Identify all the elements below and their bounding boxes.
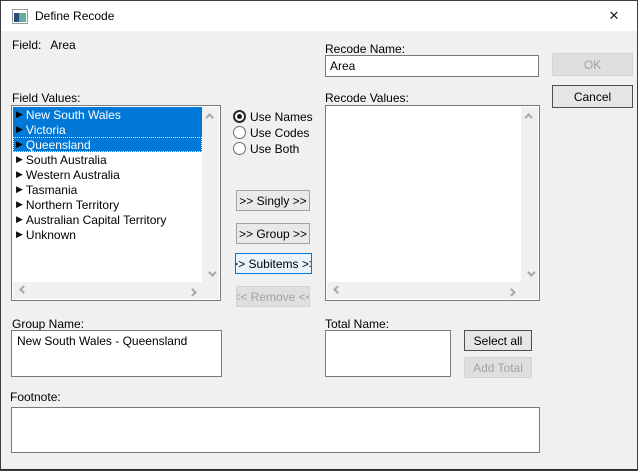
scroll-right-icon[interactable] bbox=[185, 282, 202, 299]
footnote-label: Footnote: bbox=[10, 390, 61, 404]
close-icon: ✕ bbox=[609, 8, 620, 24]
window-title: Define Recode bbox=[35, 1, 114, 31]
item-arrow-icon: ▶ bbox=[16, 227, 23, 242]
radio-label: Use Codes bbox=[250, 126, 309, 140]
radio-icon bbox=[233, 126, 246, 139]
add-total-button[interactable]: Add Total bbox=[464, 357, 532, 378]
radio-icon bbox=[233, 142, 246, 155]
scroll-down-icon[interactable] bbox=[521, 265, 538, 282]
scroll-left-icon[interactable] bbox=[327, 282, 344, 299]
list-item[interactable]: ▶Northern Territory bbox=[13, 197, 202, 212]
field-values-listbox[interactable]: ▶New South Wales▶Victoria▶Queensland▶Sou… bbox=[11, 105, 221, 301]
list-item[interactable]: ▶Victoria bbox=[13, 122, 202, 137]
vertical-scrollbar[interactable] bbox=[202, 107, 219, 282]
list-item-label: Northern Territory bbox=[26, 198, 119, 212]
item-arrow-icon: ▶ bbox=[16, 137, 23, 152]
subitems-button[interactable]: >> Subitems >> bbox=[235, 253, 312, 274]
titlebar[interactable]: Define Recode ✕ bbox=[1, 1, 637, 31]
radio-use-codes[interactable]: Use Codes bbox=[233, 126, 313, 139]
list-item[interactable]: ▶New South Wales bbox=[13, 107, 202, 122]
close-button[interactable]: ✕ bbox=[592, 1, 636, 31]
group-name-label: Group Name: bbox=[12, 317, 84, 331]
horizontal-scrollbar[interactable] bbox=[327, 282, 521, 299]
scroll-down-icon[interactable] bbox=[202, 265, 219, 282]
item-arrow-icon: ▶ bbox=[16, 152, 23, 167]
item-arrow-icon: ▶ bbox=[16, 182, 23, 197]
horizontal-scrollbar[interactable] bbox=[13, 282, 202, 299]
ok-button[interactable]: OK bbox=[552, 53, 633, 76]
scroll-up-icon[interactable] bbox=[521, 107, 538, 124]
item-arrow-icon: ▶ bbox=[16, 107, 23, 122]
recode-values-list bbox=[327, 107, 521, 282]
scroll-left-icon[interactable] bbox=[13, 282, 30, 299]
field-value: Area bbox=[50, 38, 75, 52]
display-options-group: Use Names Use Codes Use Both bbox=[233, 110, 313, 155]
total-name-input[interactable] bbox=[325, 330, 451, 377]
field-values-list: ▶New South Wales▶Victoria▶Queensland▶Sou… bbox=[13, 107, 202, 282]
item-arrow-icon: ▶ bbox=[16, 167, 23, 182]
radio-icon bbox=[233, 110, 246, 123]
radio-use-names[interactable]: Use Names bbox=[233, 110, 313, 123]
footnote-input[interactable] bbox=[11, 407, 540, 453]
item-arrow-icon: ▶ bbox=[16, 122, 23, 137]
list-item[interactable]: ▶Unknown bbox=[13, 227, 202, 242]
item-arrow-icon: ▶ bbox=[16, 212, 23, 227]
select-all-button[interactable]: Select all bbox=[464, 330, 532, 351]
recode-name-input[interactable]: Area bbox=[325, 55, 539, 77]
radio-use-both[interactable]: Use Both bbox=[233, 142, 313, 155]
list-item-label: Victoria bbox=[26, 123, 66, 137]
vertical-scrollbar[interactable] bbox=[521, 107, 538, 282]
list-item-label: New South Wales bbox=[26, 108, 121, 122]
list-item-label: Western Australia bbox=[26, 168, 120, 182]
list-item[interactable]: ▶Australian Capital Territory bbox=[13, 212, 202, 227]
list-item-label: South Australia bbox=[26, 153, 107, 167]
singly-button[interactable]: >> Singly >> bbox=[236, 190, 310, 211]
scrollbar-corner bbox=[202, 282, 219, 299]
cancel-button[interactable]: Cancel bbox=[552, 85, 633, 108]
recode-values-label: Recode Values: bbox=[325, 91, 409, 105]
list-item-label: Unknown bbox=[26, 228, 76, 242]
list-item-label: Queensland bbox=[26, 138, 91, 152]
list-item-label: Tasmania bbox=[26, 183, 77, 197]
recode-name-label: Recode Name: bbox=[325, 42, 405, 56]
scroll-right-icon[interactable] bbox=[504, 282, 521, 299]
remove-button[interactable]: << Remove << bbox=[236, 286, 310, 307]
scrollbar-corner bbox=[521, 282, 538, 299]
recode-values-listbox[interactable] bbox=[325, 105, 540, 301]
group-name-input[interactable]: New South Wales - Queensland bbox=[11, 330, 222, 377]
group-button[interactable]: >> Group >> bbox=[236, 223, 310, 244]
define-recode-dialog: Define Recode ✕ Field:Area Recode Name: … bbox=[0, 0, 638, 471]
list-item-label: Australian Capital Territory bbox=[26, 213, 167, 227]
list-item[interactable]: ▶Tasmania bbox=[13, 182, 202, 197]
list-item[interactable]: ▶Western Australia bbox=[13, 167, 202, 182]
app-icon bbox=[12, 9, 28, 24]
list-item[interactable]: ▶Queensland bbox=[13, 137, 202, 152]
total-name-label: Total Name: bbox=[325, 317, 389, 331]
scroll-up-icon[interactable] bbox=[202, 107, 219, 124]
field-row: Field: Area bbox=[12, 38, 76, 52]
field-label: Field: bbox=[12, 38, 41, 52]
radio-label: Use Both bbox=[250, 142, 299, 156]
list-item[interactable]: ▶South Australia bbox=[13, 152, 202, 167]
item-arrow-icon: ▶ bbox=[16, 197, 23, 212]
radio-label: Use Names bbox=[250, 110, 313, 124]
field-values-label: Field Values: bbox=[12, 91, 80, 105]
